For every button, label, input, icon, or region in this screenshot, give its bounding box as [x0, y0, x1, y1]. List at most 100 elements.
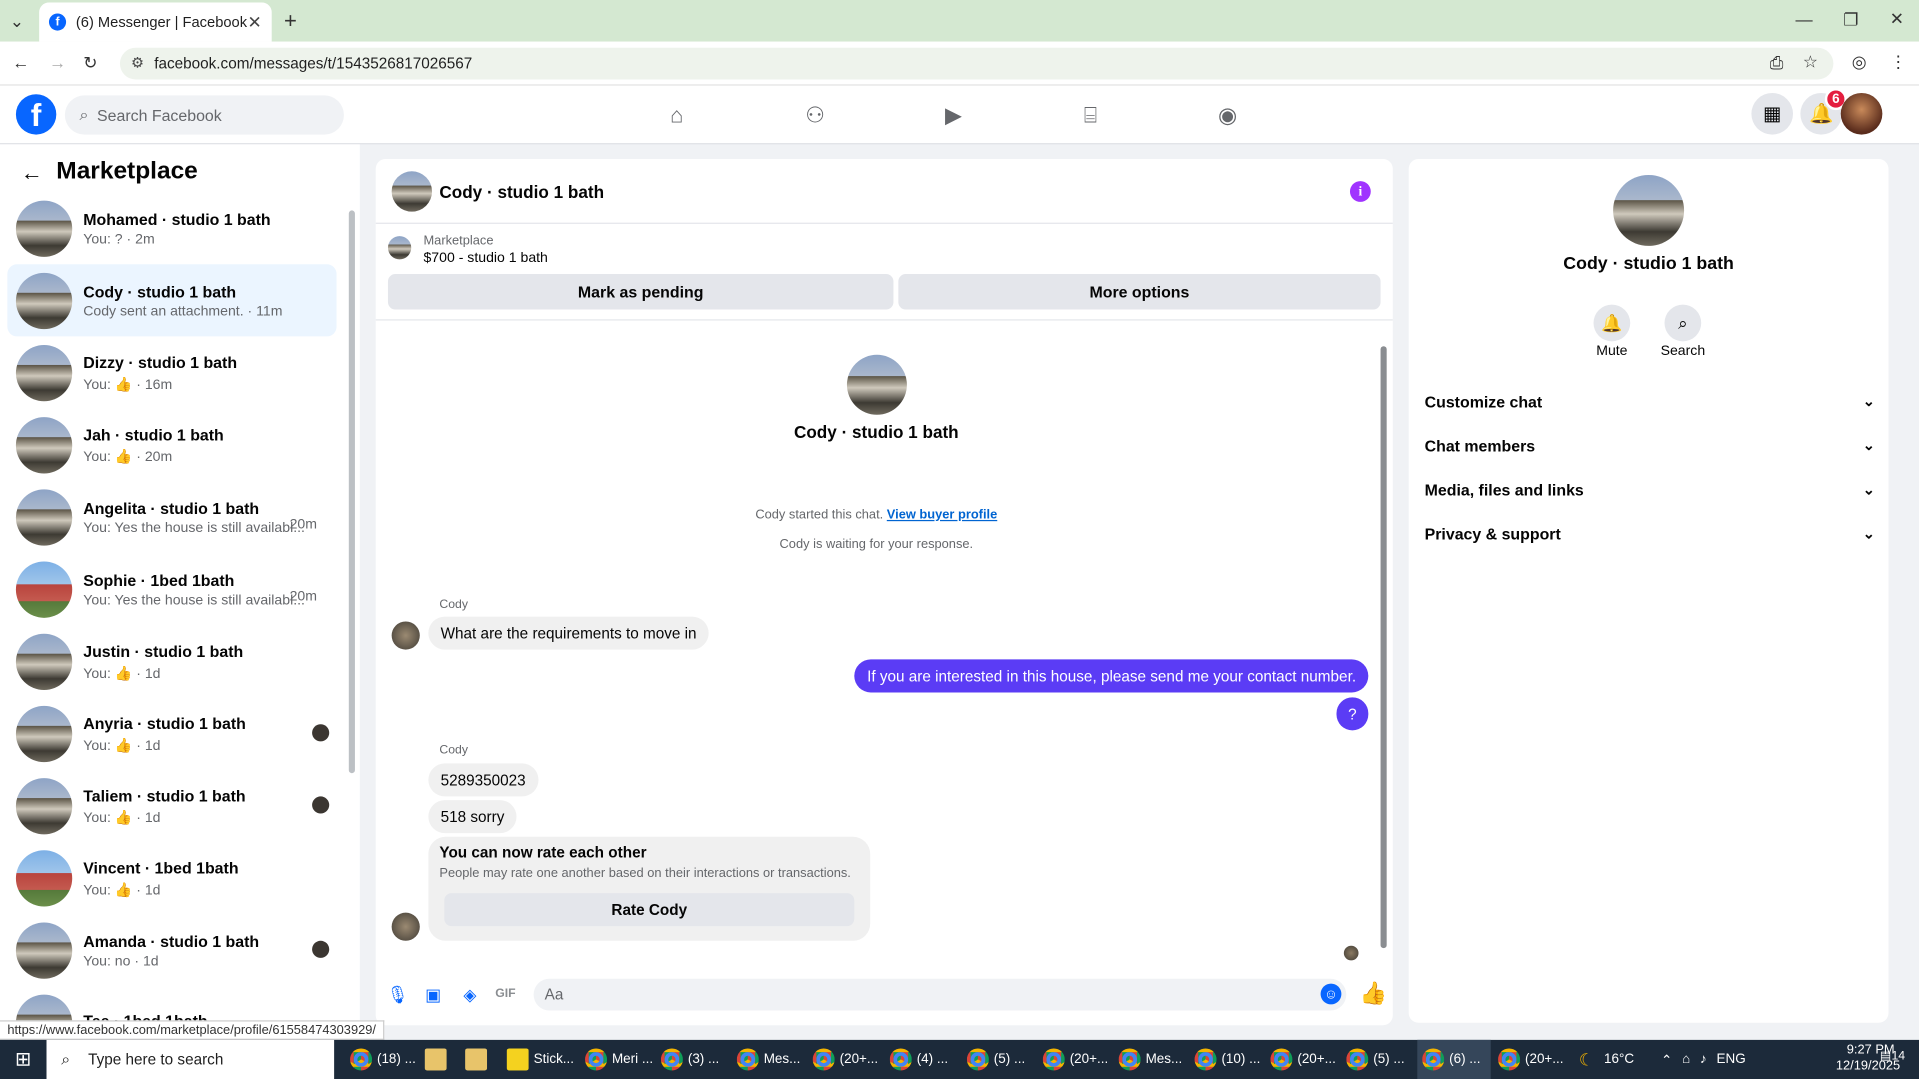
url-field[interactable]: ⚙ facebook.com/messages/t/15435268170265… — [119, 47, 1834, 80]
taskbar-app[interactable]: (18) ... — [345, 1040, 417, 1079]
taskbar-app[interactable]: (20+... — [1266, 1040, 1339, 1079]
sticker-icon[interactable]: ◈ — [459, 984, 481, 1006]
conversation-text: Vincent · 1bed 1bath You: 👍 · 1d — [83, 858, 316, 897]
gif-icon[interactable]: GIF — [494, 984, 516, 1006]
facebook-search-input[interactable]: ⌕ Search Facebook — [64, 95, 344, 135]
taskbar-search-input[interactable]: ⌕ Type here to search — [46, 1039, 335, 1079]
minimize-icon[interactable]: — — [1795, 10, 1812, 30]
conversation-item[interactable]: Cody · studio 1 bath Cody sent an attachm… — [7, 264, 337, 337]
tab-search-chevron-icon[interactable]: ⌄ — [10, 11, 24, 32]
intro-avatar[interactable] — [846, 354, 907, 415]
maximize-icon[interactable]: ❐ — [1843, 10, 1858, 31]
taskbar-app[interactable]: Mes... — [1114, 1040, 1187, 1079]
network-icon[interactable]: ⌂ — [1682, 1052, 1690, 1067]
weather-temp[interactable]: 16°C — [1604, 1052, 1634, 1067]
close-window-icon[interactable]: ✕ — [1890, 9, 1904, 30]
media-files-links-section[interactable]: Media, files and links ⌄ — [1425, 475, 1875, 504]
reload-icon[interactable]: ↻ — [83, 53, 97, 74]
customize-chat-section[interactable]: Customize chat ⌄ — [1425, 387, 1875, 416]
video-icon[interactable]: ▶ — [939, 100, 968, 129]
taskbar-app[interactable]: (20+... — [1493, 1040, 1566, 1079]
back-icon[interactable]: ← — [12, 53, 29, 73]
conversation-item[interactable]: Dizzy · studio 1 bath You: 👍 · 16m — [7, 336, 336, 408]
taskbar-app[interactable]: Meri ... — [580, 1040, 653, 1079]
tray-chevron-icon[interactable]: ⌃ — [1661, 1052, 1672, 1068]
conversation-info-icon[interactable]: i — [1349, 181, 1371, 202]
bookmark-star-icon[interactable]: ☆ — [1803, 51, 1818, 72]
conversation-item[interactable]: Angelita · studio 1 bath You: Yes the hou… — [7, 481, 336, 553]
browser-menu-icon[interactable]: ⋮ — [1890, 51, 1907, 72]
close-tab-icon[interactable]: ✕ — [248, 12, 262, 33]
profile-icon[interactable]: ◎ — [1852, 51, 1867, 72]
forward-icon[interactable]: → — [49, 53, 66, 73]
rate-cody-button[interactable]: Rate Cody — [444, 893, 855, 927]
mark-as-pending-button[interactable]: Mark as pending — [387, 274, 894, 310]
volume-icon[interactable]: ♪ — [1700, 1052, 1707, 1067]
section-label: Chat members — [1424, 436, 1536, 455]
install-app-icon[interactable]: ⎙ — [1770, 53, 1784, 74]
view-buyer-profile-link[interactable]: View buyer profile — [887, 508, 997, 523]
chat-scrollbar[interactable] — [1380, 346, 1387, 949]
details-avatar[interactable] — [1613, 174, 1685, 246]
sender-avatar[interactable] — [391, 621, 420, 650]
windows-start-icon[interactable]: ⊞ — [0, 1040, 47, 1079]
outgoing-message[interactable]: If you are interested in this house, ple… — [854, 659, 1369, 693]
account-avatar[interactable] — [1840, 92, 1883, 135]
conversation-item[interactable]: Jah · studio 1 bath You: 👍 · 20m — [7, 409, 336, 481]
outgoing-message[interactable]: ? — [1336, 697, 1369, 731]
attach-image-icon[interactable]: ▣ — [422, 984, 444, 1006]
search-icon[interactable]: ⌕ — [1664, 304, 1702, 342]
incoming-message[interactable]: 5289350023 — [428, 763, 538, 797]
browser-tab[interactable]: f (6) Messenger | Facebook ✕ — [39, 2, 272, 42]
mute-bell-icon[interactable]: 🔔 — [1593, 304, 1631, 342]
taskbar-app[interactable]: (6) ... — [1417, 1039, 1491, 1079]
chat-header-avatar[interactable] — [391, 171, 433, 212]
new-tab-icon[interactable]: + — [284, 9, 297, 35]
listing-thumbnail[interactable] — [387, 236, 412, 260]
taskbar-app[interactable]: (5) ... — [962, 1040, 1035, 1079]
privacy-support-section[interactable]: Privacy & support ⌄ — [1425, 519, 1875, 548]
conversation-item[interactable]: Taliem · studio 1 bath You: 👍 · 1d — [7, 770, 336, 842]
back-arrow-icon[interactable]: ← — [21, 160, 43, 186]
home-icon[interactable]: ⌂ — [662, 100, 691, 129]
taskbar-app[interactable]: (5) ... — [1341, 1040, 1414, 1079]
emoji-icon[interactable]: ☺ — [1320, 983, 1342, 1005]
taskbar-app[interactable] — [460, 1040, 499, 1079]
listing-price[interactable]: $700 - studio 1 bath — [423, 251, 547, 266]
taskbar-app[interactable]: Mes... — [732, 1040, 805, 1079]
language-indicator[interactable]: ENG — [1717, 1052, 1746, 1067]
taskbar-app[interactable]: (20+... — [808, 1040, 883, 1079]
notification-center-icon[interactable]: ▤14 — [1880, 1050, 1905, 1063]
groups-icon[interactable]: ◉ — [1213, 100, 1242, 129]
chat-members-section[interactable]: Chat members ⌄ — [1425, 431, 1875, 460]
conversation-item[interactable]: Sophie · 1bed 1bath You: Yes the house is… — [7, 553, 336, 625]
taskbar-app[interactable]: (20+... — [1038, 1040, 1111, 1079]
more-options-button[interactable]: More options — [898, 274, 1381, 310]
taskbar-app[interactable]: (10) ... — [1190, 1040, 1263, 1079]
conversation-item[interactable]: Justin · studio 1 bath You: 👍 · 1d — [7, 625, 336, 697]
incoming-message[interactable]: What are the requirements to move in — [428, 616, 709, 650]
thumbs-up-icon[interactable]: 👍 — [1360, 981, 1387, 1007]
taskbar-app[interactable]: (4) ... — [885, 1040, 960, 1079]
friends-icon[interactable]: ⚇ — [800, 100, 829, 129]
conversation-item[interactable]: Anyria · studio 1 bath You: 👍 · 1d — [7, 697, 336, 769]
incoming-message[interactable]: 518 sorry — [428, 800, 517, 834]
taskbar-app[interactable] — [420, 1040, 458, 1079]
conversation-item[interactable]: Mohamed · studio 1 bath You: ? · 2m — [7, 192, 336, 264]
menu-grid-icon[interactable]: ▦ — [1751, 92, 1794, 135]
search-label[interactable]: Search — [1646, 344, 1719, 359]
sender-avatar[interactable] — [391, 912, 420, 941]
mute-label[interactable]: Mute — [1575, 344, 1648, 359]
microphone-icon[interactable]: 🎙 — [387, 984, 409, 1006]
facebook-logo-icon[interactable]: f — [15, 94, 57, 135]
conversation-item[interactable]: Amanda · studio 1 bath You: no · 1d — [7, 914, 336, 986]
chat-title[interactable]: Cody · studio 1 bath — [439, 182, 604, 202]
taskbar-app[interactable]: (3) ... — [656, 1040, 729, 1079]
message-input[interactable]: Aa — [533, 978, 1347, 1011]
conversation-item[interactable]: Vincent · 1bed 1bath You: 👍 · 1d — [7, 842, 336, 914]
site-info-icon[interactable]: ⚙ — [131, 54, 144, 71]
marketplace-icon[interactable]: ⌸ — [1076, 100, 1105, 129]
weather-moon-icon[interactable]: ☾ — [1579, 1049, 1594, 1070]
taskbar-app[interactable]: Stick... — [502, 1040, 578, 1079]
sidebar-scrollbar[interactable] — [348, 210, 355, 774]
